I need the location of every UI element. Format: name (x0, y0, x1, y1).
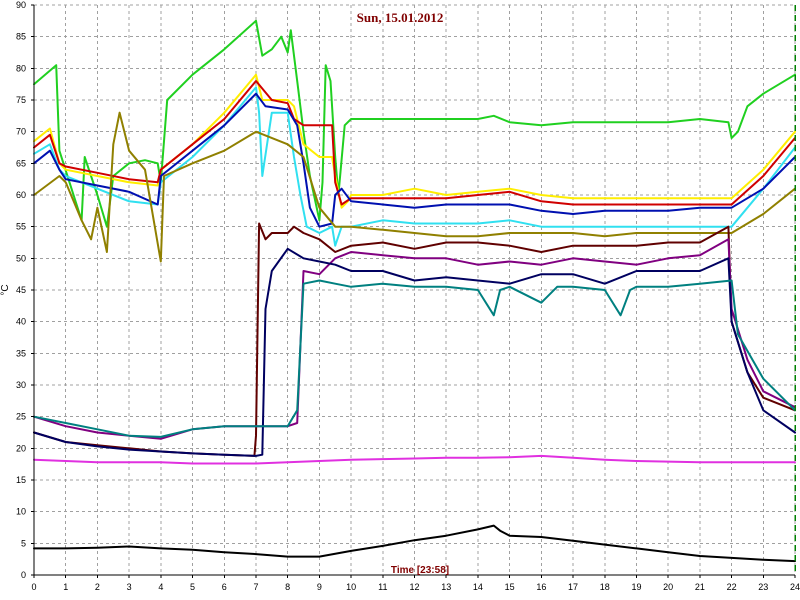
y-tick-label: 5 (21, 538, 26, 548)
y-axis-label: °C (0, 284, 11, 295)
y-tick-label: 90 (16, 0, 26, 10)
y-tick-label: 75 (16, 95, 26, 105)
x-tick-label: 3 (127, 582, 132, 592)
temperature-line-chart: 0510152025303540455055606570758085900 1 2 3… (0, 0, 800, 600)
chart-container: 0 5 10 15 20 25 30 35 40 45 50 55 60 65 70 75 80 85 90 0 1 2 3… (0, 0, 800, 600)
y-tick-label: 30 (16, 380, 26, 390)
y-tick-label: 55 (16, 222, 26, 232)
x-tick-label: 17 (568, 582, 578, 592)
x-tick-label: 2 (95, 582, 100, 592)
x-tick-label: 20 (663, 582, 673, 592)
y-tick-label: 80 (16, 63, 26, 73)
x-tick-label: 18 (600, 582, 610, 592)
y-tick-label: 35 (16, 348, 26, 358)
x-tick-label: 6 (222, 582, 227, 592)
y-tick-label: 70 (16, 127, 26, 137)
x-tick-label: 8 (285, 582, 290, 592)
chart-title: Sun, 15.01.2012 (357, 10, 444, 25)
y-tick-label: 40 (16, 317, 26, 327)
y-tick-label: 10 (16, 507, 26, 517)
y-tick-label: 0 (21, 570, 26, 580)
x-tick-label: 4 (158, 582, 163, 592)
x-tick-label: 22 (727, 582, 737, 592)
y-tick-label: 15 (16, 475, 26, 485)
x-tick-label: 15 (505, 582, 515, 592)
x-tick-label: 10 (346, 582, 356, 592)
x-tick-label: 14 (473, 582, 483, 592)
x-tick-label: 21 (695, 582, 705, 592)
x-tick-label: 11 (378, 582, 387, 592)
x-axis-label: Time [23:58] (391, 565, 449, 576)
y-tick-label: 45 (16, 285, 26, 295)
x-tick-label: 9 (317, 582, 322, 592)
x-tick-label: 0 (31, 582, 36, 592)
x-tick-label: 24 (790, 582, 800, 592)
x-tick-label: 13 (441, 582, 451, 592)
y-tick-label: 25 (16, 412, 26, 422)
y-tick-label: 50 (16, 253, 26, 263)
x-tick-label: 12 (409, 582, 419, 592)
y-tick-label: 20 (16, 443, 26, 453)
x-tick-label: 16 (536, 582, 546, 592)
y-tick-label: 60 (16, 190, 26, 200)
x-tick-label: 5 (190, 582, 195, 592)
y-tick-label: 65 (16, 158, 26, 168)
x-tick-label: 1 (63, 582, 68, 592)
x-tick-label: 19 (631, 582, 641, 592)
y-tick-label: 85 (16, 32, 26, 42)
x-tick-label: 23 (758, 582, 768, 592)
x-tick-label: 7 (253, 582, 258, 592)
